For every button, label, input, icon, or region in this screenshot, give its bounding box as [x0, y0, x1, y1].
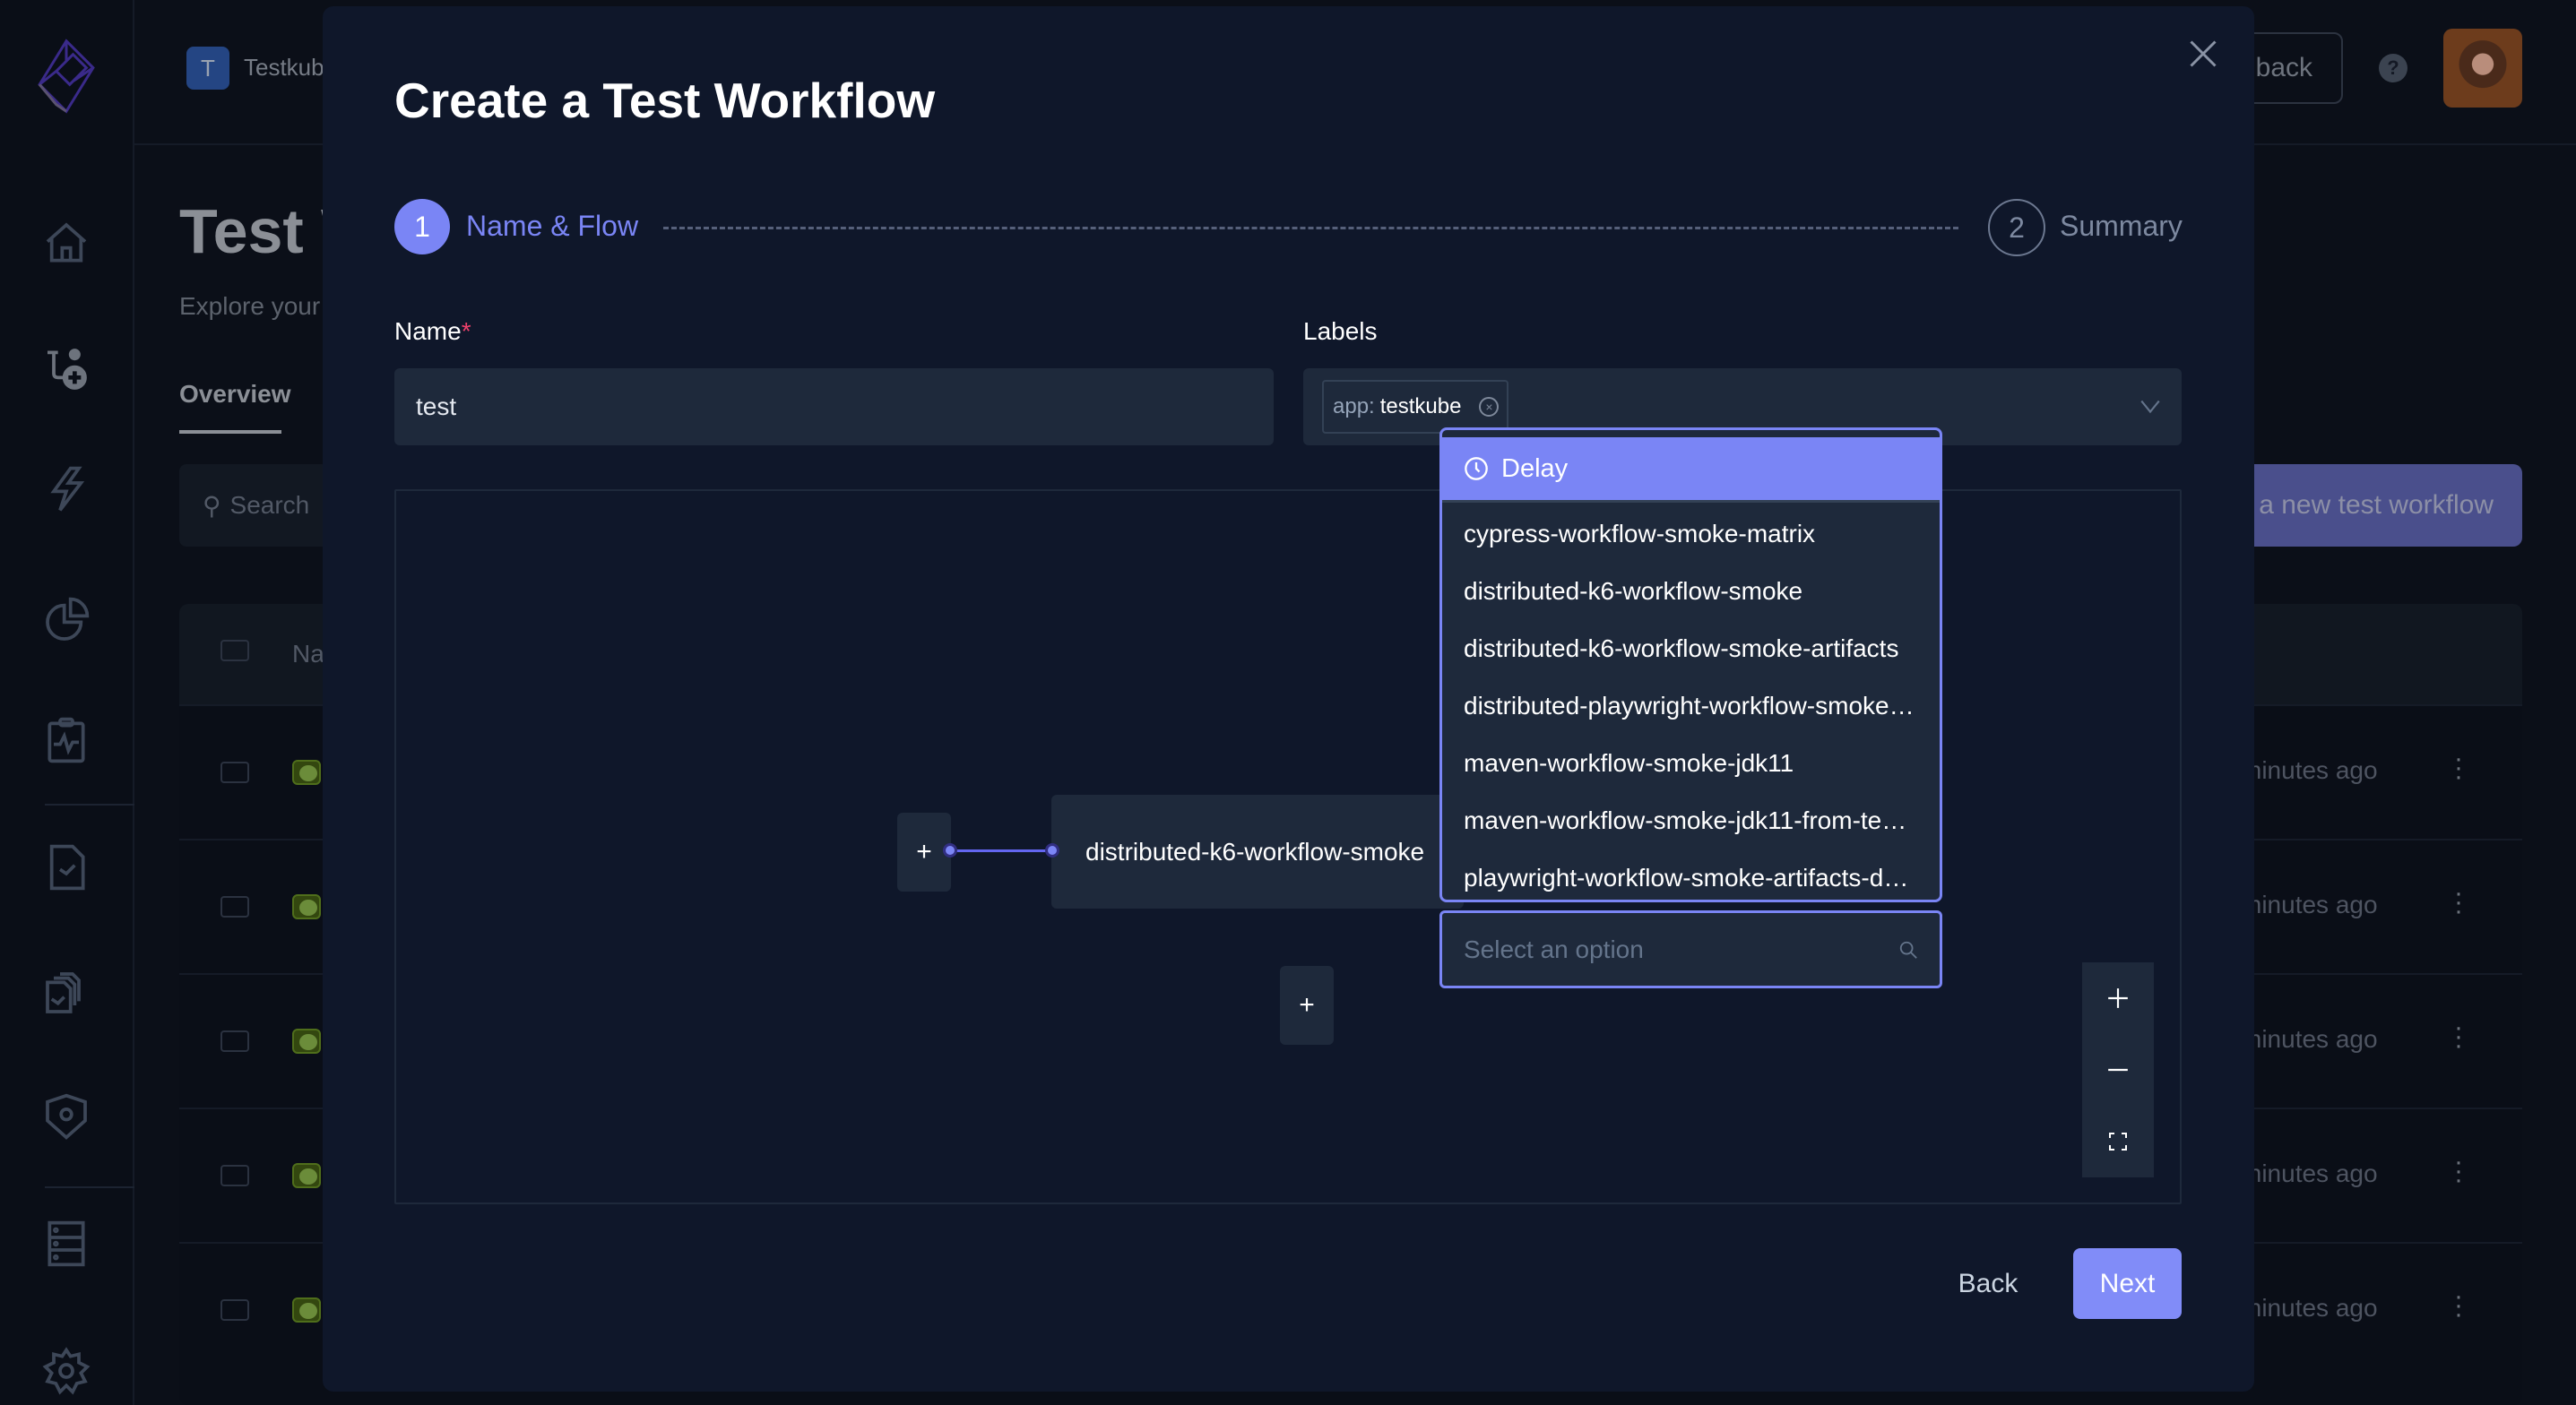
- dropdown-option[interactable]: maven-workflow-smoke-jdk11-from-te…: [1464, 806, 1930, 835]
- status-passed-icon: [292, 1297, 321, 1323]
- clipboard-pulse-icon[interactable]: [41, 715, 91, 765]
- home-icon[interactable]: [41, 219, 91, 269]
- add-step-after-button[interactable]: +: [1280, 966, 1334, 1045]
- step-1-label: Name & Flow: [466, 210, 639, 242]
- lightning-icon[interactable]: [41, 464, 91, 514]
- pie-chart-icon[interactable]: [41, 595, 91, 645]
- shield-gear-icon[interactable]: [41, 1091, 91, 1142]
- dropdown-search: [1439, 910, 1942, 988]
- row-checkbox[interactable]: [220, 896, 249, 918]
- search-icon: ⚲: [203, 491, 221, 520]
- remove-label-icon[interactable]: ×: [1479, 397, 1500, 417]
- dropdown-option[interactable]: playwright-workflow-smoke-artifacts-d…: [1464, 864, 1930, 892]
- row-last-execution: minutes ago: [2241, 1159, 2378, 1187]
- modal-title: Create a Test Workflow: [394, 73, 936, 128]
- dropdown-option[interactable]: maven-workflow-smoke-jdk11: [1464, 749, 1930, 778]
- org-avatar[interactable]: T: [186, 47, 229, 90]
- zoom-controls: [2082, 962, 2154, 1177]
- user-avatar[interactable]: [2443, 29, 2522, 108]
- name-label: Name*: [394, 317, 471, 345]
- label-chip: app: testkube ×: [1322, 380, 1508, 434]
- file-check-icon[interactable]: [41, 842, 91, 892]
- dropdown-option-delay[interactable]: Delay: [1442, 437, 1940, 500]
- required-mark: *: [461, 317, 471, 345]
- create-workflow-icon[interactable]: [41, 344, 91, 394]
- close-icon[interactable]: [2187, 38, 2219, 70]
- step-1-indicator: 1: [394, 199, 450, 254]
- tab-active-indicator: [179, 430, 281, 434]
- target-handle[interactable]: [1045, 843, 1059, 858]
- stepper-connector: [663, 227, 1958, 229]
- name-input[interactable]: [394, 368, 1274, 445]
- settings-icon[interactable]: [41, 1346, 91, 1396]
- row-menu-icon[interactable]: · · ·: [2454, 1149, 2463, 1194]
- clock-icon: [1465, 457, 1488, 480]
- chevron-down-icon[interactable]: [2139, 394, 2162, 418]
- labels-label: Labels: [1303, 317, 1378, 345]
- select-option-input[interactable]: [1464, 935, 1858, 964]
- sidebar-divider: [45, 804, 134, 806]
- source-handle[interactable]: [943, 843, 957, 858]
- row-menu-icon[interactable]: · · ·: [2454, 1283, 2463, 1328]
- status-passed-icon: [292, 1163, 321, 1188]
- status-passed-icon: [292, 760, 321, 785]
- search-placeholder: Search: [229, 491, 310, 519]
- row-menu-icon[interactable]: · · ·: [2454, 1014, 2463, 1059]
- row-menu-icon[interactable]: · · ·: [2454, 746, 2463, 790]
- status-passed-icon: [292, 1029, 321, 1054]
- dropdown-option[interactable]: distributed-k6-workflow-smoke-artifacts: [1464, 634, 1930, 663]
- dropdown-option[interactable]: distributed-k6-workflow-smoke: [1464, 577, 1930, 606]
- status-passed-icon: [292, 894, 321, 919]
- label-chip-value: testkube: [1379, 394, 1462, 418]
- sidebar-divider: [45, 1186, 134, 1188]
- row-checkbox[interactable]: [220, 1299, 249, 1321]
- dropdown-option[interactable]: cypress-workflow-smoke-matrix: [1464, 520, 1930, 548]
- row-last-execution: minutes ago: [2241, 1025, 2378, 1053]
- step-type-dropdown: Delay cypress-workflow-smoke-matrix dist…: [1439, 427, 1942, 902]
- fit-view-icon[interactable]: [2082, 1106, 2154, 1177]
- tab-overview[interactable]: Overview: [179, 380, 291, 409]
- zoom-in-icon[interactable]: [2082, 962, 2154, 1034]
- files-check-icon[interactable]: [41, 968, 91, 1018]
- row-checkbox[interactable]: [220, 762, 249, 783]
- search-icon: [1899, 941, 1917, 959]
- row-last-execution: minutes ago: [2241, 891, 2378, 918]
- back-button[interactable]: Back: [1943, 1248, 2033, 1319]
- workflow-node[interactable]: distributed-k6-workflow-smoke: [1051, 795, 1464, 909]
- row-checkbox[interactable]: [220, 1165, 249, 1186]
- testkube-logo-icon[interactable]: [32, 38, 100, 115]
- help-icon[interactable]: ?: [2379, 54, 2407, 82]
- next-button[interactable]: Next: [2073, 1248, 2182, 1319]
- select-all-checkbox[interactable]: [220, 640, 249, 661]
- row-menu-icon[interactable]: · · ·: [2454, 880, 2463, 925]
- zoom-out-icon[interactable]: [2082, 1034, 2154, 1106]
- dropdown-option-label: Delay: [1501, 453, 1569, 483]
- dropdown-option[interactable]: distributed-playwright-workflow-smoke…: [1464, 692, 1930, 720]
- label-chip-key: app:: [1333, 394, 1375, 418]
- row-last-execution: minutes ago: [2241, 1294, 2378, 1322]
- step-2-label: Summary: [2060, 210, 2183, 242]
- row-last-execution: minutes ago: [2241, 756, 2378, 784]
- step-2-indicator: 2: [1988, 199, 2045, 256]
- flow-edge: [950, 849, 1054, 852]
- server-icon[interactable]: [41, 1219, 91, 1269]
- sidebar: [0, 0, 134, 1405]
- row-checkbox[interactable]: [220, 1030, 249, 1052]
- dropdown-divider: [1442, 500, 1940, 503]
